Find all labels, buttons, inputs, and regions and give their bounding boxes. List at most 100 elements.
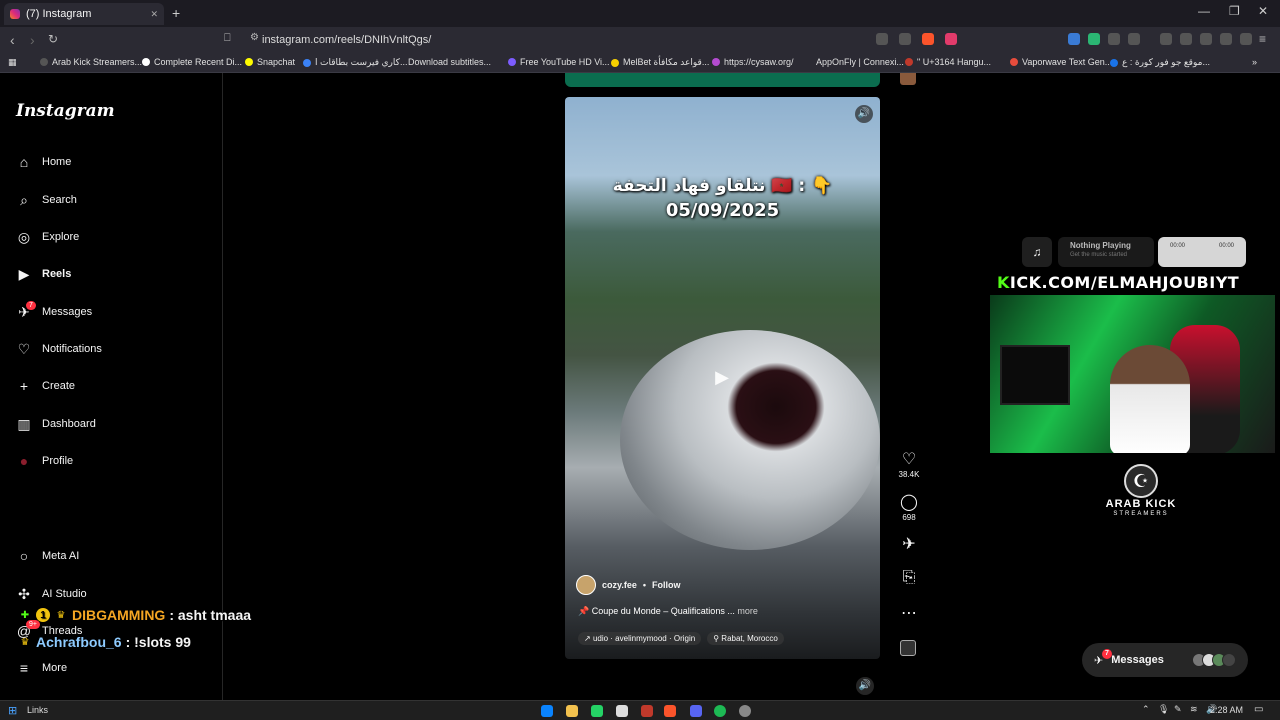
save-bookmark-icon[interactable]: ⎘ bbox=[898, 569, 920, 587]
taskbar-links[interactable]: Links bbox=[27, 705, 48, 715]
sidebar-item-messages[interactable]: ✈ 7 Messages bbox=[16, 301, 92, 323]
wallet-icon[interactable] bbox=[1200, 33, 1212, 45]
shield-icon[interactable] bbox=[1240, 33, 1252, 45]
new-tab-button[interactable]: + bbox=[172, 5, 180, 21]
comment-icon[interactable]: ◯ bbox=[898, 492, 920, 512]
whatsapp-icon[interactable] bbox=[591, 705, 603, 717]
reload-icon[interactable]: ↻ bbox=[48, 32, 58, 46]
app-icon[interactable] bbox=[641, 705, 653, 717]
snapchat-icon bbox=[245, 58, 253, 66]
bookmark-item[interactable]: Snapchat bbox=[245, 57, 295, 67]
bookmark-page-icon[interactable]: ⎕ bbox=[224, 32, 231, 45]
minimize-button[interactable]: — bbox=[1198, 4, 1210, 18]
follow-button[interactable]: Follow bbox=[652, 580, 681, 590]
messages-floating-button[interactable]: ✈ 7 Messages bbox=[1082, 643, 1248, 677]
author-avatar[interactable] bbox=[576, 575, 596, 595]
like-heart-icon[interactable]: ♡ bbox=[898, 449, 920, 469]
brave-shield-icon[interactable] bbox=[922, 33, 934, 45]
audio-thumbnail[interactable] bbox=[900, 640, 916, 656]
extension-icon[interactable] bbox=[1068, 33, 1080, 45]
bookmark-item[interactable]: موقع جو فور كورة : ع... bbox=[1110, 57, 1210, 68]
bookmark-item[interactable]: Complete Recent Di... bbox=[142, 57, 242, 67]
app-icon[interactable] bbox=[616, 705, 628, 717]
restore-button[interactable]: ❐ bbox=[1229, 4, 1240, 18]
discord-icon[interactable] bbox=[690, 705, 702, 717]
bookmark-item[interactable]: MelBet قواعد مكافأة... bbox=[611, 57, 709, 68]
microphone-icon[interactable]: 🎙 bbox=[1158, 704, 1169, 715]
back-icon[interactable]: ‹ bbox=[10, 32, 15, 48]
author-username[interactable]: cozy.fee bbox=[602, 580, 637, 590]
brave-rewards-icon[interactable] bbox=[945, 33, 957, 45]
windows-start-icon[interactable]: ⊞ bbox=[8, 704, 17, 717]
hamburger-icon: ≡ bbox=[19, 660, 29, 676]
clock[interactable]: 2:28 AM bbox=[1210, 705, 1243, 715]
sidebar-item-notifications[interactable]: ♡ Notifications bbox=[16, 338, 102, 360]
apps-grid-icon[interactable]: ▦ bbox=[8, 57, 17, 68]
volume-icon[interactable]: 🔊 bbox=[855, 105, 873, 123]
site-info-icon[interactable]: ⚙ bbox=[250, 32, 259, 43]
previous-reel-edge[interactable] bbox=[565, 73, 880, 87]
bookmark-item[interactable]: Arab Kick Streamers... bbox=[40, 57, 142, 67]
now-playing-progress: 00:00 00:00 bbox=[1158, 237, 1246, 267]
home-icon: ⌂ bbox=[19, 154, 29, 170]
audio-pill[interactable]: ↗ udio · avelinmymood · Origin bbox=[578, 632, 702, 645]
more-options-icon[interactable]: ⋯ bbox=[898, 603, 920, 623]
obs-icon[interactable] bbox=[739, 705, 751, 717]
sidebar-item-meta-ai[interactable]: ○ Meta AI bbox=[16, 545, 80, 567]
share-icon[interactable] bbox=[899, 33, 911, 45]
profile-avatar-icon: ● bbox=[19, 453, 29, 469]
previous-reel-audio-thumb[interactable] bbox=[900, 73, 916, 85]
audio-arrow-icon: ↗ bbox=[584, 634, 593, 643]
pen-icon[interactable]: ✎ bbox=[1174, 704, 1182, 715]
url-input[interactable]: instagram.com/reels/DNIhVnltQgs/ bbox=[262, 32, 962, 48]
notifications-icon[interactable]: ▭ bbox=[1254, 704, 1263, 715]
sidebar-item-ai-studio[interactable]: ✣ AI Studio bbox=[16, 583, 87, 605]
sidebar-item-create[interactable]: + Create bbox=[16, 375, 75, 397]
sidebar-toggle-icon[interactable] bbox=[1180, 33, 1192, 45]
caption-more-link[interactable]: more bbox=[737, 606, 758, 616]
bookmark-item[interactable]: AppOnFly | Connexi... bbox=[816, 57, 904, 67]
volume-icon[interactable]: 🔊 bbox=[856, 677, 874, 695]
chat-username: Achrafbou_6 bbox=[36, 634, 122, 650]
play-icon[interactable]: ▶ bbox=[711, 367, 733, 389]
reel-author[interactable]: cozy.fee • Follow bbox=[576, 575, 681, 595]
brave-icon[interactable] bbox=[664, 705, 676, 717]
reel-caption[interactable]: 📌 Coupe du Monde – Qualifications ... mo… bbox=[578, 606, 758, 617]
sidebar-item-dashboard[interactable]: ▥ Dashboard bbox=[16, 413, 95, 435]
sidebar-item-profile[interactable]: ● Profile bbox=[16, 450, 73, 472]
plus-icon: + bbox=[19, 378, 29, 394]
file-explorer-icon[interactable] bbox=[566, 705, 578, 717]
location-pill[interactable]: ⚲ Rabat, Morocco bbox=[707, 632, 784, 645]
spotify-icon[interactable] bbox=[714, 705, 726, 717]
sidebar-item-home[interactable]: ⌂ Home bbox=[16, 151, 72, 173]
instagram-logo[interactable]: Instagram bbox=[16, 101, 115, 121]
reel-overlay-arabic: نتلقاو فهاد التحفة 🇲🇦 : 👇 bbox=[612, 176, 833, 196]
bookmark-item[interactable]: Free YouTube HD Vi... bbox=[508, 57, 610, 67]
edge-icon[interactable] bbox=[541, 705, 553, 717]
sidebar-item-reels[interactable]: ▶ Reels bbox=[16, 263, 72, 285]
sidebar-item-explore[interactable]: ◎ Explore bbox=[16, 226, 79, 248]
vpn-icon[interactable] bbox=[1220, 33, 1232, 45]
screen-cast-icon[interactable] bbox=[876, 33, 888, 45]
more-bookmarks-icon[interactable]: » bbox=[1252, 57, 1257, 67]
sidebar-item-more[interactable]: ≡ More bbox=[16, 657, 67, 679]
browser-tab-instagram[interactable]: (7) Instagram ✕ bbox=[4, 3, 164, 25]
media-icon[interactable] bbox=[1160, 33, 1172, 45]
wifi-icon[interactable]: ≋ bbox=[1190, 704, 1198, 715]
share-send-icon[interactable]: ✈ bbox=[898, 534, 920, 554]
extensions-puzzle-icon[interactable] bbox=[1108, 33, 1120, 45]
extension-icon[interactable] bbox=[1128, 33, 1140, 45]
close-window-button[interactable]: ✕ bbox=[1258, 4, 1268, 18]
tray-chevron-icon[interactable]: ⌃ bbox=[1142, 704, 1150, 715]
forward-icon[interactable]: › bbox=[30, 32, 35, 48]
bookmark-item[interactable]: Download subtitles... bbox=[408, 57, 491, 67]
bookmark-item[interactable]: Vaporwave Text Gen... bbox=[1010, 57, 1112, 67]
close-tab-icon[interactable]: ✕ bbox=[150, 9, 158, 20]
menu-icon[interactable]: ≡ bbox=[1259, 32, 1266, 46]
sidebar-item-search[interactable]: ⌕ Search bbox=[16, 189, 77, 211]
bookmark-item[interactable]: https://cysaw.org/ bbox=[712, 57, 794, 67]
bookmark-item[interactable]: كاري فيرست بطاقات ا... bbox=[303, 57, 407, 68]
bookmark-item[interactable]: " U+3164 Hangu... bbox=[905, 57, 991, 67]
extension-icon[interactable] bbox=[1088, 33, 1100, 45]
music-note-icon: ♫ bbox=[1022, 237, 1052, 267]
